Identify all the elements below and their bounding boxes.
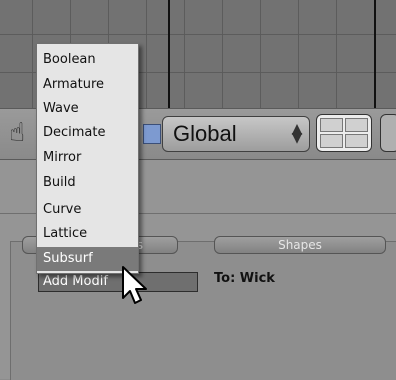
menu-item-build[interactable]: Build xyxy=(37,171,138,195)
menu-item-armature[interactable]: Armature xyxy=(37,73,138,97)
orientation-select-value: Global xyxy=(173,121,237,146)
to-object-label: To: Wick xyxy=(214,271,275,286)
menu-item-curve[interactable]: Curve xyxy=(37,198,138,222)
menu-item-boolean[interactable]: Boolean xyxy=(37,48,138,72)
up-down-arrows-icon: ▲ ▼ xyxy=(291,121,303,146)
menu-item-mirror[interactable]: Mirror xyxy=(37,146,138,170)
viewport-axis-line xyxy=(168,0,170,108)
orientation-select[interactable]: Global ▲ ▼ xyxy=(162,116,310,152)
menu-item-lattice[interactable]: Lattice xyxy=(37,222,138,246)
add-modifier-menu: Boolean Armature Wave Decimate Mirror Bu… xyxy=(36,43,139,274)
viewport-edge-line xyxy=(374,0,376,108)
menu-item-decimate[interactable]: Decimate xyxy=(37,121,138,145)
layer-button[interactable] xyxy=(380,114,396,152)
draw-type-button[interactable] xyxy=(143,124,161,144)
add-modifier-button[interactable]: Add Modif xyxy=(38,272,198,292)
hand-icon[interactable]: ☝ xyxy=(0,116,34,150)
mouse-pointer-icon xyxy=(122,266,147,304)
quad-grid-icon[interactable] xyxy=(316,114,372,152)
tab-shapes[interactable]: Shapes xyxy=(214,236,386,254)
menu-item-wave[interactable]: Wave xyxy=(37,97,138,121)
